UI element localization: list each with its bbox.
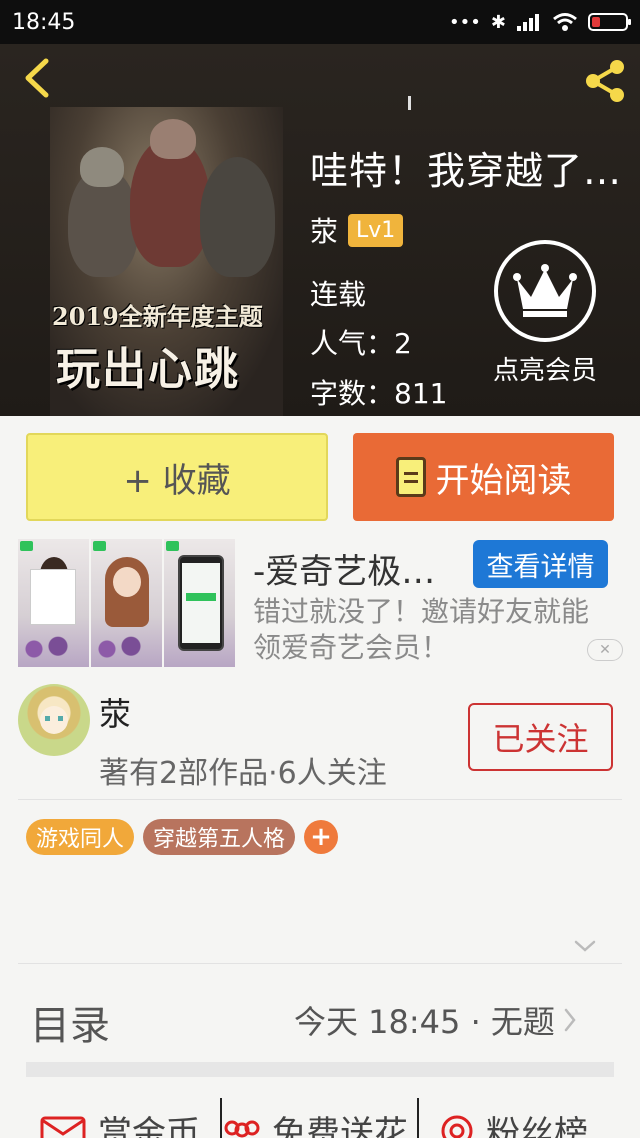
share-icon [586, 60, 624, 102]
cover-title: 玩出心跳 [56, 344, 240, 395]
bottom-toolbar: 赏金币 免费送花 粉丝榜 [0, 1094, 640, 1138]
back-button[interactable] [16, 56, 56, 100]
latest-chapter[interactable]: 今天 18:45 · 无题 [294, 997, 577, 1043]
avatar[interactable] [18, 684, 90, 756]
ad-detail-button[interactable]: 查看详情 [473, 540, 608, 588]
back-arrow-icon [25, 58, 49, 98]
chevron-right-icon [564, 1008, 576, 1032]
latest-chapter-label: 今天 18:45 · 无题 [294, 1003, 555, 1041]
status-bar: 18:45 ••• ✱ [0, 0, 640, 44]
book-word-count: 字数：811 [310, 377, 448, 410]
send-flowers-button[interactable]: 免费送花 [224, 1106, 408, 1138]
follow-button[interactable]: 已关注 [468, 703, 613, 771]
target-icon [441, 1115, 473, 1138]
status-icons: ••• ✱ [449, 11, 631, 33]
book-cover[interactable]: 2019全新年度主题 玩出心跳 [50, 107, 283, 416]
more-icon: ••• [449, 11, 481, 33]
close-icon[interactable]: ✕ [587, 639, 623, 661]
ad-thumbnail [18, 539, 89, 667]
vip-label: 点亮会员 [492, 356, 597, 386]
divider [220, 1098, 222, 1138]
fans-ranking-label: 粉丝榜 [486, 1114, 588, 1138]
ad-description: 错过就没了！邀请好友就能领爱奇艺会员！ [253, 595, 590, 664]
flower-icon [224, 1120, 260, 1137]
start-reading-label: 开始阅读 [435, 460, 572, 501]
divider [417, 1098, 419, 1138]
book-popularity: 人气：2 [310, 327, 412, 360]
vip-circle [494, 240, 596, 342]
envelope-icon [40, 1116, 86, 1138]
signal-icon [517, 14, 539, 31]
tag-game-fan[interactable]: 游戏同人 [26, 819, 135, 855]
toc-title[interactable]: 目录 [30, 993, 110, 1051]
ad-thumbnails[interactable] [18, 539, 235, 667]
collect-label: + 收藏 [123, 460, 231, 501]
level-badge: Lv1 [348, 213, 404, 247]
share-button[interactable] [580, 56, 630, 106]
chevron-down-icon[interactable] [573, 936, 597, 956]
reward-coins-button[interactable]: 赏金币 [40, 1106, 200, 1138]
bluetooth-icon: ✱ [490, 11, 506, 33]
text-cursor [408, 96, 411, 110]
ad-thumbnail [91, 539, 162, 667]
author-name[interactable]: 荥 [310, 210, 338, 250]
add-tag-button[interactable]: + [304, 820, 339, 854]
fans-ranking-button[interactable]: 粉丝榜 [440, 1106, 588, 1138]
crown-icon [513, 264, 577, 317]
book-status: 连载 [310, 278, 367, 311]
book-header: 2019全新年度主题 玩出心跳 哇特！我穿越了… 荥 Lv1 连载 人气：2 字… [0, 44, 640, 416]
status-time: 18:45 [12, 9, 76, 35]
toc-separator-bar [26, 1062, 614, 1077]
divider [18, 963, 622, 964]
collect-button[interactable]: + 收藏 [26, 433, 328, 521]
cover-subtitle: 2019全新年度主题 [52, 302, 263, 331]
author-row: 荥 Lv1 [310, 210, 404, 250]
reward-coins-label: 赏金币 [98, 1114, 200, 1138]
book-icon [395, 457, 426, 497]
wifi-icon [553, 13, 577, 31]
divider [18, 799, 622, 800]
vip-badge[interactable]: 点亮会员 [484, 240, 606, 387]
tag-list: 游戏同人 穿越第五人格 + [26, 819, 339, 855]
start-reading-button[interactable]: 开始阅读 [353, 433, 614, 521]
ad-title[interactable]: -爱奇艺极… [253, 544, 453, 593]
author-stats: 著有2部作品·6人关注 [99, 756, 387, 791]
tag-identity-v[interactable]: 穿越第五人格 [143, 819, 296, 855]
book-title: 哇特！我穿越了… [310, 149, 623, 193]
ad-thumbnail [164, 539, 235, 667]
battery-icon [588, 13, 631, 31]
author-section-name[interactable]: 荥 [99, 689, 131, 735]
send-flowers-label: 免费送花 [272, 1114, 408, 1138]
